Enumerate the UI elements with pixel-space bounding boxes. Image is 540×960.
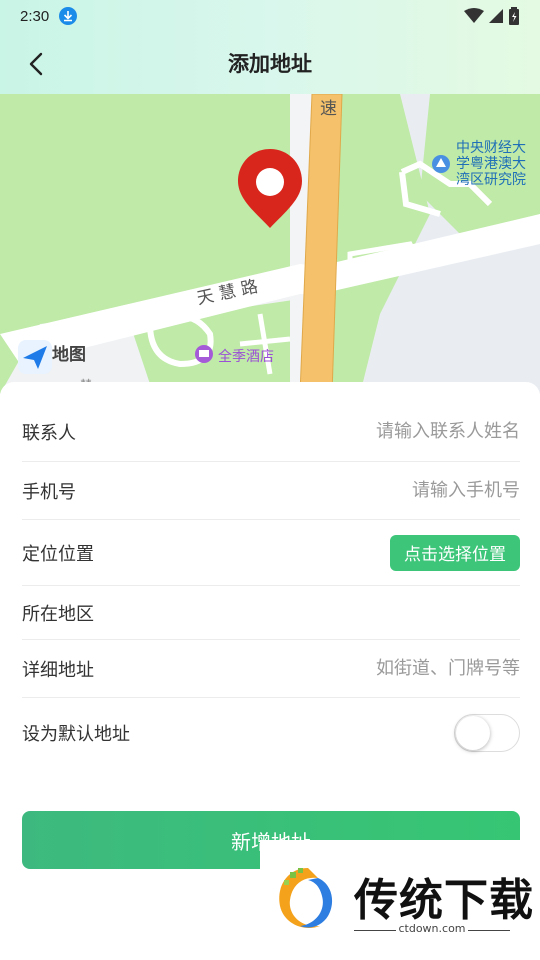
- detail-row: 详细地址: [22, 640, 520, 698]
- hotel-icon: [195, 345, 213, 363]
- watermark-url: ctdown.com: [398, 922, 466, 935]
- region-label: 所在地区: [22, 603, 94, 625]
- poi-university[interactable]: 中央财经大 学粤港澳大 湾区研究院: [456, 140, 526, 188]
- amap-logo: 高德地图: [18, 340, 86, 374]
- default-toggle[interactable]: [454, 714, 520, 752]
- phone-input[interactable]: [260, 480, 520, 501]
- default-label: 设为默认地址: [22, 724, 130, 745]
- select-location-button[interactable]: 点击选择位置: [390, 534, 520, 571]
- highway-label: 速: [320, 99, 337, 119]
- watermark-title: 传统下载: [354, 875, 534, 926]
- toggle-knob: [456, 716, 490, 750]
- default-row: 设为默认地址: [22, 698, 520, 768]
- back-button[interactable]: [18, 46, 54, 82]
- watermark-rule-right: [468, 930, 510, 931]
- download-icon: [59, 7, 78, 25]
- location-row: 定位位置 点击选择位置: [22, 520, 520, 586]
- page-title: 添加地址: [228, 52, 312, 76]
- contact-row: 联系人: [22, 402, 520, 462]
- region-row[interactable]: 所在地区: [22, 586, 520, 640]
- amap-logo-icon: [18, 340, 52, 374]
- wifi-icon: [464, 8, 484, 23]
- status-time: 2:30: [20, 7, 50, 25]
- location-label: 定位位置: [22, 543, 94, 565]
- title-bar: 添加地址: [0, 36, 540, 90]
- status-bar: 2:30: [0, 0, 540, 32]
- contact-label: 联系人: [22, 422, 76, 444]
- status-icons: [464, 7, 520, 25]
- contact-input[interactable]: [260, 421, 520, 442]
- map-view[interactable]: 速 天 慧 路 中央财经大 学粤港澳大 湾区研究院 高德地图 全季酒店 彗: [0, 94, 540, 394]
- phone-row: 手机号: [22, 462, 520, 520]
- detail-input[interactable]: [260, 658, 520, 679]
- watermark-logo-icon: [279, 868, 333, 928]
- chevron-left-icon: [29, 52, 43, 76]
- phone-label: 手机号: [22, 481, 76, 503]
- signal-icon: [489, 9, 503, 23]
- watermark: 传统下载 ctdown.com: [260, 840, 540, 960]
- battery-icon: [509, 7, 519, 25]
- poi-hotel[interactable]: 全季酒店: [218, 346, 274, 366]
- detail-label: 详细地址: [22, 659, 94, 681]
